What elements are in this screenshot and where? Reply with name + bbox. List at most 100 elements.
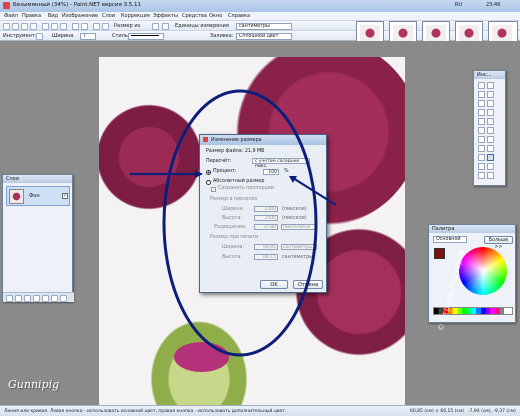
rounded-rect-tool-icon[interactable]	[487, 163, 494, 170]
color-wheel[interactable]	[459, 247, 507, 295]
ellipse-select-icon[interactable]	[478, 100, 485, 107]
print-width-input[interactable]: 60.85	[254, 244, 278, 250]
print-height-input[interactable]: 66.15	[254, 254, 278, 260]
pencil-icon[interactable]	[478, 136, 485, 143]
layer-properties-icon[interactable]	[60, 294, 67, 302]
recolor-icon[interactable]	[487, 145, 494, 152]
menu-effects[interactable]: Эффекты	[153, 13, 178, 19]
more-colors-button[interactable]: Больше >>	[484, 236, 513, 250]
beaded-leaf	[99, 97, 209, 217]
percent-input[interactable]: 100	[263, 169, 279, 175]
line-tool-icon[interactable]	[487, 154, 494, 161]
pixel-height-input[interactable]: 2500	[254, 215, 278, 221]
percent-radio[interactable]	[206, 170, 211, 175]
tools-panel-title: Инс...	[474, 71, 505, 79]
deselect-icon[interactable]	[81, 22, 88, 30]
absolute-size-label: Абсолютный размер	[213, 179, 265, 184]
delete-layer-icon[interactable]	[15, 294, 22, 302]
ok-button[interactable]: OK	[260, 280, 288, 289]
menu-view[interactable]: Вид	[48, 13, 58, 19]
menu-layers[interactable]: Слои	[102, 13, 115, 19]
gradient-tool-icon[interactable]	[487, 118, 494, 125]
menu-image[interactable]: Изображение	[62, 13, 98, 19]
layers-toolbar	[3, 292, 74, 302]
menu-edit[interactable]: Правка	[22, 13, 41, 19]
dialog-title-bar: Изменение размера	[200, 135, 326, 145]
line-tool-icon[interactable]	[36, 32, 43, 40]
copy-icon[interactable]	[51, 22, 58, 30]
pixel-width-label: Ширина:	[222, 207, 245, 212]
clone-stamp-icon[interactable]	[478, 145, 485, 152]
zoom-tool-icon[interactable]	[487, 100, 494, 107]
absolute-size-radio[interactable]	[206, 180, 211, 185]
select-tool-icon[interactable]	[478, 82, 485, 89]
menu-adjustments[interactable]: Коррекция	[121, 13, 150, 19]
app-icon	[3, 2, 10, 9]
palette-mode-select[interactable]: Основной	[433, 236, 467, 243]
text-tool-icon[interactable]	[478, 154, 485, 161]
undo-icon[interactable]	[93, 22, 100, 30]
cancel-button[interactable]: Отмена	[293, 280, 323, 289]
tool-label: Инструмент:	[3, 33, 37, 39]
rectangle-tool-icon[interactable]	[478, 163, 485, 170]
menu-window[interactable]: Окно	[209, 13, 222, 19]
paste-icon[interactable]	[60, 22, 67, 30]
fill-select[interactable]: Сплошной цвет	[236, 32, 292, 40]
move-selection-icon[interactable]	[487, 91, 494, 98]
menu-bar: Файл Правка Вид Изображение Слои Коррекц…	[0, 12, 520, 21]
primary-color-swatch[interactable]	[434, 248, 445, 259]
layer-row[interactable]: Фон ✓	[6, 186, 70, 206]
print-icon[interactable]	[30, 22, 37, 30]
paint-bucket-icon[interactable]	[478, 118, 485, 125]
move-down-icon[interactable]	[51, 294, 58, 302]
units-select[interactable]: сантиметры	[236, 22, 292, 30]
eraser-icon[interactable]	[487, 127, 494, 134]
keep-aspect-checkbox[interactable]	[211, 187, 216, 192]
merge-layer-icon[interactable]	[33, 294, 40, 302]
brush-width-label: Ширина	[52, 33, 74, 39]
resolution-input[interactable]: 37.80	[254, 224, 278, 230]
menu-utilities[interactable]: Средства	[182, 13, 207, 19]
status-hint: Линия или кривая. Левая кнопка - использ…	[4, 408, 287, 414]
dialog-title: Изменение размера	[211, 137, 262, 143]
keep-aspect-label: Сохранять пропорции	[218, 186, 275, 191]
move-up-icon[interactable]	[42, 294, 49, 302]
add-layer-icon[interactable]	[6, 294, 13, 302]
menu-help[interactable]: Справка	[228, 13, 250, 19]
style-label: Стиль	[112, 33, 128, 39]
new-icon[interactable]	[3, 22, 10, 30]
resolution-unit-select[interactable]: пиксели/см	[281, 224, 317, 230]
cut-icon[interactable]	[42, 22, 49, 30]
resample-label: Пересчёт:	[206, 159, 232, 164]
language-indicator[interactable]: RU	[455, 2, 462, 8]
fill-label: Заливка:	[210, 33, 234, 39]
lasso-tool-icon[interactable]	[478, 91, 485, 98]
window-title: Безымянный (34%) - Paint.NET версия 3.5.…	[13, 2, 142, 8]
palette-panel-title: Палитра	[429, 225, 515, 233]
freeform-shape-icon[interactable]	[487, 172, 494, 179]
open-icon[interactable]	[12, 22, 19, 30]
ellipse-tool-icon[interactable]	[478, 172, 485, 179]
move-tool-icon[interactable]	[487, 82, 494, 89]
pan-tool-icon[interactable]	[487, 109, 494, 116]
grid-icon[interactable]	[162, 22, 169, 30]
crop-icon[interactable]	[72, 22, 79, 30]
paintbrush-icon[interactable]	[478, 127, 485, 134]
resample-select[interactable]: с учетом соседних пикс.	[252, 158, 310, 169]
units-label: Единицы измерения	[175, 23, 229, 29]
magic-wand-icon[interactable]	[478, 109, 485, 116]
zoom-icon[interactable]	[152, 22, 159, 30]
layer-visibility-checkbox[interactable]: ✓	[62, 193, 68, 199]
signature-watermark: Gunnipig	[8, 378, 60, 391]
pixel-width-input[interactable]: 2300	[254, 206, 278, 212]
save-icon[interactable]	[21, 22, 28, 30]
print-width-unit-select[interactable]: сантиметры	[281, 244, 317, 250]
file-size-text: Размер файла: 21,9 МБ	[206, 149, 265, 154]
duplicate-layer-icon[interactable]	[24, 294, 31, 302]
redo-icon[interactable]	[102, 22, 109, 30]
brush-width-input[interactable]: 7	[80, 32, 96, 40]
size-label: Размер из	[114, 23, 141, 29]
color-picker-icon[interactable]	[487, 136, 494, 143]
line-style-select[interactable]	[128, 32, 164, 40]
menu-file[interactable]: Файл	[4, 13, 18, 19]
